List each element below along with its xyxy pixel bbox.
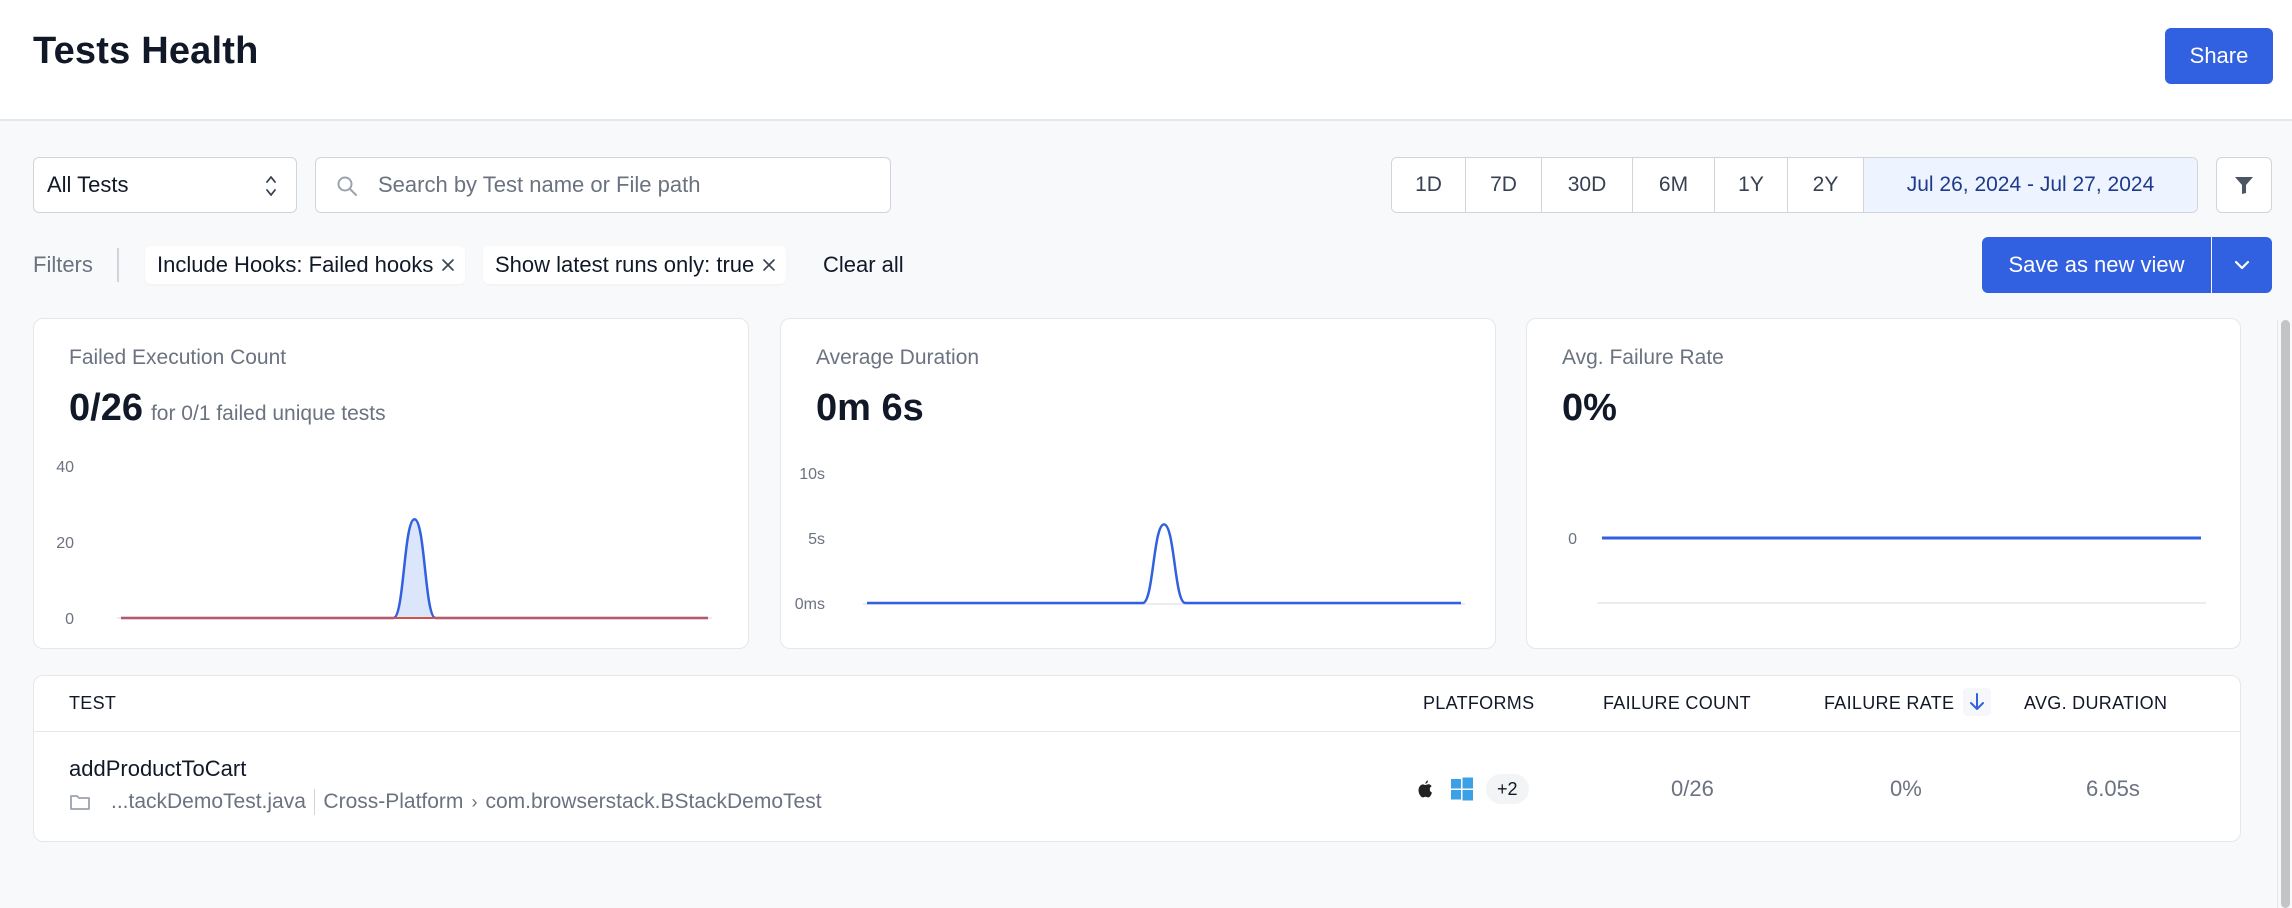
date-range-selector: 1D 7D 30D 6M 1Y 2Y Jul 26, 2024 - Jul 27… xyxy=(1391,157,2198,213)
filters-divider xyxy=(117,248,119,282)
avg-failure-rate-chart: 0 xyxy=(1568,531,2206,604)
platforms-cell: +2 xyxy=(1416,774,1529,804)
filter-chip: Include Hooks: Failed hooks xyxy=(145,246,466,284)
average-duration-chart: 0ms 5s 10s xyxy=(795,466,1465,613)
range-6m-button[interactable]: 6M xyxy=(1633,158,1715,212)
column-header-failure-count[interactable]: FAILURE COUNT xyxy=(1603,693,1751,714)
windows-icon xyxy=(1451,777,1473,801)
test-name[interactable]: addProductToCart xyxy=(69,756,246,782)
filter-button[interactable] xyxy=(2216,157,2272,213)
range-7d-button[interactable]: 7D xyxy=(1466,158,1542,212)
range-1d-button[interactable]: 1D xyxy=(1392,158,1466,212)
average-duration-card: Average Duration 0m 6s 0ms 5s 10s xyxy=(780,318,1496,649)
more-platforms-badge[interactable]: +2 xyxy=(1486,774,1529,804)
scrollbar-thumb[interactable] xyxy=(2281,320,2290,908)
chevron-updown-icon xyxy=(266,176,276,196)
search-icon xyxy=(337,176,357,196)
filter-chip: Show latest runs only: true xyxy=(483,246,787,284)
tests-table: TEST PLATFORMS FAILURE COUNT FAILURE RAT… xyxy=(33,675,2241,842)
funnel-icon xyxy=(2235,177,2253,194)
column-header-test[interactable]: TEST xyxy=(69,693,116,714)
range-30d-button[interactable]: 30D xyxy=(1542,158,1633,212)
filter-chip-label: Show latest runs only: true xyxy=(495,252,755,277)
column-header-failure-rate[interactable]: FAILURE RATE xyxy=(1824,693,1954,714)
search-field[interactable] xyxy=(315,157,891,213)
save-as-new-view-button[interactable]: Save as new view xyxy=(1982,237,2211,293)
test-class: com.browserstack.BStackDemoTest xyxy=(485,790,822,813)
avg-duration-cell: 6.05s xyxy=(2086,776,2140,801)
avg-failure-rate-card: Avg. Failure Rate 0% 0 xyxy=(1526,318,2241,649)
y-tick-label: 5s xyxy=(808,531,825,548)
failed-execution-chart: 0 20 40 xyxy=(56,459,712,628)
range-1y-button[interactable]: 1Y xyxy=(1715,158,1788,212)
filters-label: Filters xyxy=(33,252,93,277)
apple-icon xyxy=(1418,780,1432,798)
chevron-right-icon: › xyxy=(471,791,478,812)
chevron-down-icon xyxy=(2234,260,2250,270)
test-path: ...tackDemoTest.java Cross-Platform › co… xyxy=(69,789,822,815)
page-header: Tests Health Share xyxy=(0,0,2292,121)
custom-date-range-button[interactable]: Jul 26, 2024 - Jul 27, 2024 xyxy=(1864,158,2197,212)
y-tick-label: 0 xyxy=(1568,531,1577,548)
table-header: TEST PLATFORMS FAILURE COUNT FAILURE RAT… xyxy=(34,676,2240,732)
failure-count-cell: 0/26 xyxy=(1671,776,1714,801)
test-file: ...tackDemoTest.java xyxy=(111,790,306,813)
filter-chip-label: Include Hooks: Failed hooks xyxy=(157,252,434,277)
search-input[interactable] xyxy=(378,158,878,211)
y-tick-label: 0 xyxy=(65,611,74,628)
failure-rate-cell: 0% xyxy=(1890,776,1922,801)
test-type-select-value: All Tests xyxy=(47,172,129,197)
share-button[interactable]: Share xyxy=(2165,28,2273,84)
avg-duration-line xyxy=(867,523,1461,605)
page-title: Tests Health xyxy=(33,30,259,72)
clear-all-filters-link[interactable]: Clear all xyxy=(823,252,904,278)
close-icon[interactable] xyxy=(441,258,455,272)
column-header-platforms[interactable]: PLATFORMS xyxy=(1423,693,1534,714)
y-tick-label: 40 xyxy=(56,459,74,476)
y-tick-label: 0ms xyxy=(795,596,825,613)
y-tick-label: 20 xyxy=(56,535,74,552)
path-separator xyxy=(313,789,316,815)
save-view-dropdown-button[interactable] xyxy=(2212,237,2272,293)
folder-icon xyxy=(70,795,90,810)
close-icon[interactable] xyxy=(762,258,776,272)
scrollbar-track xyxy=(2277,320,2278,908)
test-type-select[interactable]: All Tests xyxy=(33,157,297,213)
column-header-avg-duration[interactable]: AVG. DURATION xyxy=(2024,693,2167,714)
test-project: Cross-Platform xyxy=(323,790,464,813)
total-executions-area xyxy=(121,519,708,618)
sort-descending-icon[interactable] xyxy=(1963,688,1991,716)
failed-execution-count-card: Failed Execution Count 0/26 for 0/1 faile… xyxy=(33,318,749,649)
range-2y-button[interactable]: 2Y xyxy=(1788,158,1864,212)
y-tick-label: 10s xyxy=(799,466,825,483)
